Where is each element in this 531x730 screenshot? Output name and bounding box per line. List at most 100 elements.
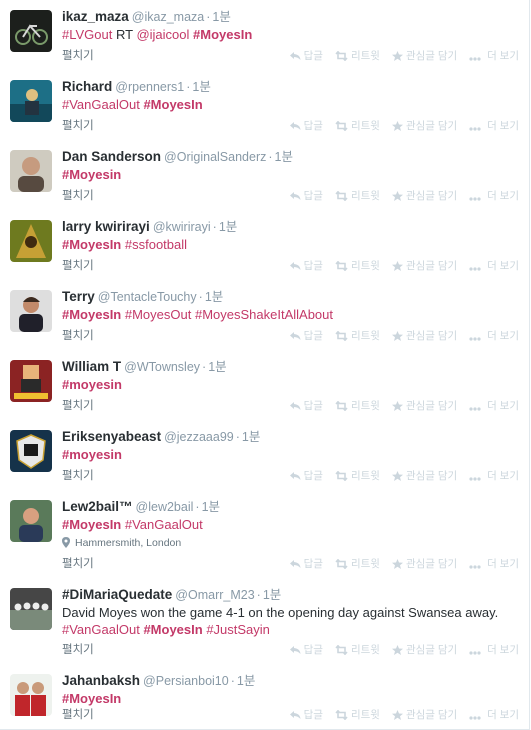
avatar[interactable]: [10, 290, 52, 332]
hashtag-link[interactable]: #VanGaalOut: [125, 517, 203, 532]
user-handle[interactable]: @Persianboi10: [143, 674, 229, 688]
more-button[interactable]: 더 보기: [469, 707, 519, 723]
tweet-timestamp[interactable]: 1분: [237, 674, 255, 688]
tweet-timestamp[interactable]: 1분: [242, 430, 260, 444]
hashtag-link[interactable]: #MoyesIn: [62, 307, 121, 322]
reply-button[interactable]: 답글: [289, 468, 323, 484]
reply-button[interactable]: 답글: [289, 328, 323, 344]
retweet-button[interactable]: 리트윗: [335, 556, 380, 572]
expand-link[interactable]: 펼치기: [62, 707, 94, 723]
favorite-button[interactable]: 관심글 담기: [391, 118, 457, 134]
user-fullname[interactable]: ikaz_maza: [62, 9, 129, 24]
expand-link[interactable]: 펼치기: [62, 398, 94, 414]
user-fullname[interactable]: William T: [62, 359, 121, 374]
more-button[interactable]: 더 보기: [469, 328, 519, 344]
hashtag-link[interactable]: #VanGaalOut: [62, 622, 140, 637]
expand-link[interactable]: 펼치기: [62, 188, 94, 204]
retweet-button[interactable]: 리트윗: [335, 48, 380, 64]
user-fullname[interactable]: Dan Sanderson: [62, 149, 161, 164]
retweet-button[interactable]: 리트윗: [335, 328, 380, 344]
hashtag-link[interactable]: #MoyesIn: [62, 237, 121, 252]
more-button[interactable]: 더 보기: [469, 556, 519, 572]
hashtag-link[interactable]: #VanGaalOut: [62, 97, 140, 112]
favorite-button[interactable]: 관심글 담기: [391, 556, 457, 572]
reply-button[interactable]: 답글: [289, 48, 323, 64]
tweet[interactable]: Lew2bail™ @lew2bail · 1분 #MoyesIn #VanGaalOu…: [0, 490, 530, 579]
avatar[interactable]: [10, 360, 52, 402]
hashtag-link[interactable]: #LVGout: [62, 27, 112, 42]
more-button[interactable]: 더 보기: [469, 188, 519, 204]
reply-button[interactable]: 답글: [289, 556, 323, 572]
expand-link[interactable]: 펼치기: [62, 468, 94, 484]
reply-button[interactable]: 답글: [289, 188, 323, 204]
tweet[interactable]: William T @WTownsley · 1분 #moyesin 펼치기 답글 리트윗 관심…: [0, 350, 530, 421]
tweet-timestamp[interactable]: 1분: [208, 360, 226, 374]
tweet-timestamp[interactable]: 1분: [275, 150, 293, 164]
retweet-button[interactable]: 리트윗: [335, 398, 380, 414]
hashtag-link[interactable]: #MoyesIn: [62, 517, 121, 532]
tweet[interactable]: Terry @TentacleTouchy · 1분 #MoyesIn #MoyesOu…: [0, 280, 530, 351]
hashtag-link[interactable]: #moyesin: [62, 377, 122, 392]
expand-link[interactable]: 펼치기: [62, 556, 94, 572]
user-fullname[interactable]: Terry: [62, 289, 95, 304]
hashtag-link[interactable]: #MoyesIn: [143, 97, 202, 112]
favorite-button[interactable]: 관심글 담기: [391, 468, 457, 484]
tweet[interactable]: #DiMariaQuedate @Omarr_M23 · 1분 David Moyes …: [0, 578, 530, 665]
avatar[interactable]: [10, 80, 52, 122]
hashtag-link[interactable]: #moyesin: [62, 447, 122, 462]
hashtag-link[interactable]: #MoyesIn: [193, 27, 252, 42]
favorite-button[interactable]: 관심글 담기: [391, 398, 457, 414]
retweet-button[interactable]: 리트윗: [335, 188, 380, 204]
avatar[interactable]: [10, 430, 52, 472]
hashtag-link[interactable]: #MoyesOut: [125, 307, 191, 322]
user-fullname[interactable]: Eriksenyabeast: [62, 429, 161, 444]
reply-button[interactable]: 답글: [289, 642, 323, 658]
tweet-timestamp[interactable]: 1분: [219, 220, 237, 234]
expand-link[interactable]: 펼치기: [62, 328, 94, 344]
user-fullname[interactable]: Jahanbaksh: [62, 673, 140, 688]
retweet-button[interactable]: 리트윗: [335, 468, 380, 484]
retweet-button[interactable]: 리트윗: [335, 642, 380, 658]
favorite-button[interactable]: 관심글 담기: [391, 258, 457, 274]
tweet-timestamp[interactable]: 1분: [212, 10, 230, 24]
favorite-button[interactable]: 관심글 담기: [391, 188, 457, 204]
user-fullname[interactable]: #DiMariaQuedate: [62, 587, 172, 602]
user-handle[interactable]: @Omarr_M23: [175, 588, 254, 602]
mention-link[interactable]: @ijaicool: [136, 27, 189, 42]
avatar[interactable]: [10, 500, 52, 542]
avatar[interactable]: [10, 674, 52, 716]
user-handle[interactable]: @WTownsley: [124, 360, 200, 374]
tweet-timestamp[interactable]: 1분: [263, 588, 281, 602]
tweet-timestamp[interactable]: 1분: [205, 290, 223, 304]
hashtag-link[interactable]: #Moyesin: [62, 167, 121, 182]
reply-button[interactable]: 답글: [289, 398, 323, 414]
more-button[interactable]: 더 보기: [469, 258, 519, 274]
favorite-button[interactable]: 관심글 담기: [391, 48, 457, 64]
avatar[interactable]: [10, 10, 52, 52]
tweet[interactable]: Jahanbaksh @Persianboi10 · 1분 #MoyesIn 펼치기 답글 리…: [0, 664, 530, 730]
reply-button[interactable]: 답글: [289, 707, 323, 723]
user-handle[interactable]: @OriginalSanderz: [164, 150, 266, 164]
more-button[interactable]: 더 보기: [469, 48, 519, 64]
user-handle[interactable]: @ikaz_maza: [132, 10, 204, 24]
tweet-timestamp[interactable]: 1분: [202, 500, 220, 514]
expand-link[interactable]: 펼치기: [62, 118, 94, 134]
hashtag-link[interactable]: #JustSayin: [206, 622, 270, 637]
hashtag-link[interactable]: #ssfootball: [125, 237, 187, 252]
tweet-location[interactable]: Hammersmith, London: [62, 535, 521, 551]
favorite-button[interactable]: 관심글 담기: [391, 642, 457, 658]
hashtag-link[interactable]: #MoyesIn: [62, 691, 121, 706]
more-button[interactable]: 더 보기: [469, 398, 519, 414]
more-button[interactable]: 더 보기: [469, 468, 519, 484]
user-fullname[interactable]: larry kwirirayi: [62, 219, 150, 234]
more-button[interactable]: 더 보기: [469, 118, 519, 134]
user-handle[interactable]: @jezzaaa99: [164, 430, 234, 444]
user-fullname[interactable]: Richard: [62, 79, 112, 94]
more-button[interactable]: 더 보기: [469, 642, 519, 658]
reply-button[interactable]: 답글: [289, 118, 323, 134]
tweet[interactable]: Richard @rpenners1 · 1분 #VanGaalOut #MoyesIn…: [0, 70, 530, 141]
tweet[interactable]: Eriksenyabeast @jezzaaa99 · 1분 #moyesin 펼치기 답글…: [0, 420, 530, 491]
user-fullname[interactable]: Lew2bail™: [62, 499, 133, 514]
avatar[interactable]: [10, 150, 52, 192]
retweet-button[interactable]: 리트윗: [335, 258, 380, 274]
